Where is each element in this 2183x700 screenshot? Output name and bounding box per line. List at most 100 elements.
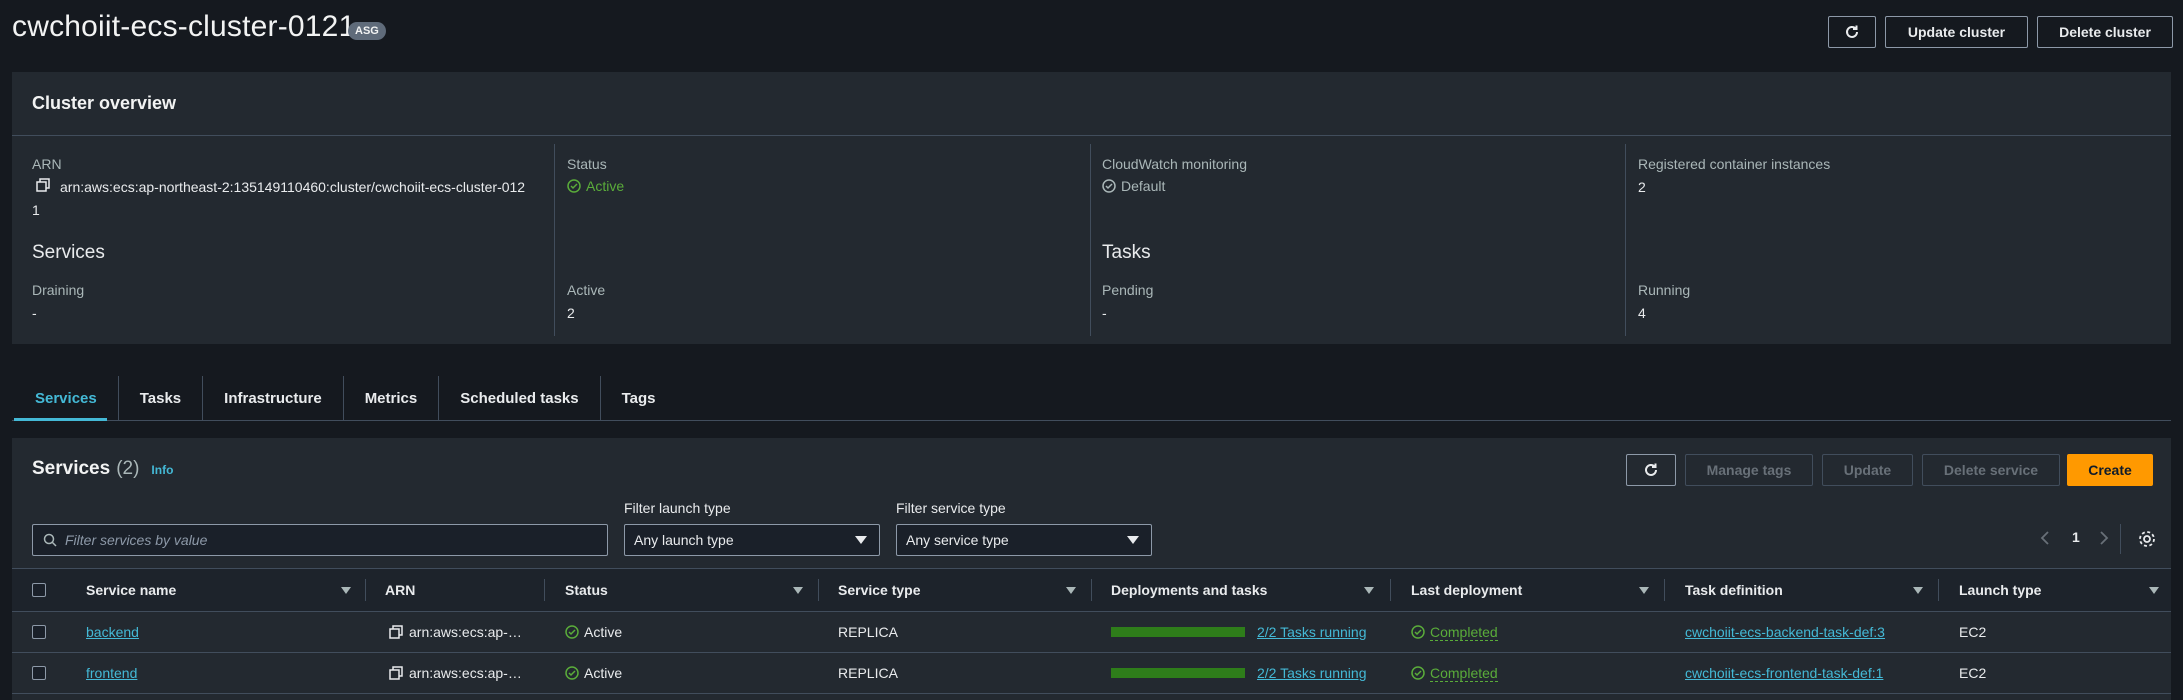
pagination-divider bbox=[2120, 524, 2121, 554]
copy-arn-icon[interactable] bbox=[36, 178, 50, 192]
refresh-services-button[interactable] bbox=[1626, 454, 1676, 486]
launch-type-select[interactable]: Any launch type bbox=[624, 524, 880, 556]
select-all-checkbox[interactable] bbox=[32, 583, 46, 597]
sort-icon[interactable] bbox=[793, 587, 803, 594]
sort-icon[interactable] bbox=[1639, 587, 1649, 594]
delete-cluster-button[interactable]: Delete cluster bbox=[2037, 16, 2173, 48]
manage-tags-button[interactable]: Manage tags bbox=[1685, 454, 1813, 486]
copy-icon[interactable] bbox=[389, 625, 403, 639]
update-service-button[interactable]: Update bbox=[1822, 454, 1913, 486]
col-status[interactable]: Status bbox=[565, 569, 608, 611]
caret-down-icon bbox=[1127, 536, 1139, 544]
settings-gear-icon[interactable] bbox=[2138, 530, 2156, 548]
deployment-status-link[interactable]: Completed bbox=[1430, 624, 1498, 641]
service-type-value: REPLICA bbox=[838, 624, 898, 640]
col-arn[interactable]: ARN bbox=[385, 569, 415, 611]
col-service-type[interactable]: Service type bbox=[838, 569, 921, 611]
tasks-progress-bar bbox=[1111, 627, 1245, 637]
create-service-button[interactable]: Create bbox=[2067, 454, 2153, 486]
column-resizer[interactable] bbox=[1091, 579, 1092, 601]
tasks-running-link[interactable]: 2/2 Tasks running bbox=[1257, 665, 1366, 681]
refresh-icon bbox=[1643, 462, 1659, 478]
tab-metrics[interactable]: Metrics bbox=[344, 376, 440, 420]
services-title: Services bbox=[32, 458, 111, 479]
registered-instances-value: 2 bbox=[1638, 179, 1646, 195]
cluster-arn-value: arn:aws:ecs:ap-northeast-2:135149110460:… bbox=[60, 179, 526, 195]
column-resizer[interactable] bbox=[818, 579, 819, 601]
tasks-progress-bar bbox=[1111, 668, 1245, 678]
select-all-checkbox-cell[interactable] bbox=[32, 569, 46, 611]
row-checkbox[interactable] bbox=[32, 666, 46, 680]
refresh-icon bbox=[1844, 24, 1860, 40]
tabs-divider bbox=[12, 420, 2171, 421]
column-resizer[interactable] bbox=[1664, 579, 1665, 601]
col-last-deployment[interactable]: Last deployment bbox=[1411, 569, 1522, 611]
tab-tasks[interactable]: Tasks bbox=[119, 376, 204, 420]
running-value: 4 bbox=[1638, 305, 1646, 321]
table-row[interactable]: frontend arn:aws:ecs:ap-… Active REPLICA… bbox=[12, 653, 2171, 694]
tab-scheduled-tasks[interactable]: Scheduled tasks bbox=[439, 376, 601, 420]
check-circle-icon bbox=[565, 625, 579, 639]
deployments-cell: 2/2 Tasks running bbox=[1111, 612, 1366, 652]
info-link[interactable]: Info bbox=[151, 463, 173, 477]
filter-services-input[interactable]: Filter services by value bbox=[32, 524, 608, 556]
current-page[interactable]: 1 bbox=[2072, 529, 2080, 545]
pending-value: - bbox=[1102, 305, 1107, 321]
tasks-section-title: Tasks bbox=[1102, 242, 1151, 263]
launch-type-value: EC2 bbox=[1959, 624, 1987, 640]
status-cell: Active bbox=[565, 612, 622, 652]
delete-service-button[interactable]: Delete service bbox=[1922, 454, 2060, 486]
col-deployments[interactable]: Deployments and tasks bbox=[1111, 569, 1267, 611]
check-circle-icon bbox=[1411, 666, 1425, 680]
service-name-link[interactable]: backend bbox=[86, 612, 139, 652]
column-resizer[interactable] bbox=[544, 579, 545, 601]
service-type-filter-label: Filter service type bbox=[896, 500, 1006, 516]
row-checkbox[interactable] bbox=[32, 625, 46, 639]
status-value: Active bbox=[567, 178, 624, 194]
status-label: Status bbox=[567, 156, 607, 172]
active-label: Active bbox=[567, 282, 606, 298]
next-page-icon[interactable] bbox=[2098, 530, 2110, 546]
deployment-status-link[interactable]: Completed bbox=[1430, 665, 1498, 682]
caret-down-icon bbox=[855, 536, 867, 544]
services-panel: Services (2) Info Manage tags Update Del… bbox=[12, 438, 2171, 700]
update-cluster-button[interactable]: Update cluster bbox=[1885, 16, 2028, 48]
active-tab-indicator bbox=[14, 418, 107, 421]
refresh-cluster-button[interactable] bbox=[1828, 16, 1876, 48]
column-resizer[interactable] bbox=[1938, 579, 1939, 601]
tasks-running-link[interactable]: 2/2 Tasks running bbox=[1257, 624, 1366, 640]
prev-page-icon[interactable] bbox=[2039, 530, 2051, 546]
cluster-tabs: Services Tasks Infrastructure Metrics Sc… bbox=[14, 376, 677, 420]
col-task-definition[interactable]: Task definition bbox=[1685, 569, 1783, 611]
task-definition-link[interactable]: cwchoiit-ecs-backend-task-def:3 bbox=[1685, 612, 1885, 652]
check-circle-icon bbox=[567, 179, 581, 193]
tab-services[interactable]: Services bbox=[14, 376, 119, 420]
column-resizer[interactable] bbox=[365, 579, 366, 601]
divider bbox=[1625, 144, 1626, 336]
tab-infrastructure[interactable]: Infrastructure bbox=[203, 376, 344, 420]
sort-icon[interactable] bbox=[2149, 587, 2159, 594]
table-row[interactable]: backend arn:aws:ecs:ap-… Active REPLICA … bbox=[12, 612, 2171, 653]
divider bbox=[1090, 144, 1091, 336]
sort-icon[interactable] bbox=[1364, 587, 1374, 594]
service-type-select[interactable]: Any service type bbox=[896, 524, 1152, 556]
tab-tags[interactable]: Tags bbox=[601, 376, 677, 420]
col-service-name[interactable]: Service name bbox=[86, 569, 176, 611]
sort-icon[interactable] bbox=[1066, 587, 1076, 594]
column-resizer[interactable] bbox=[1390, 579, 1391, 601]
cluster-overview-title: Cluster overview bbox=[12, 72, 2171, 136]
arn-cell: arn:aws:ecs:ap-… bbox=[389, 612, 522, 652]
service-name-link[interactable]: frontend bbox=[86, 653, 137, 693]
col-launch-type[interactable]: Launch type bbox=[1959, 569, 2041, 611]
sort-icon[interactable] bbox=[341, 587, 351, 594]
services-header: Services (2) Info bbox=[32, 458, 173, 480]
registered-instances-label: Registered container instances bbox=[1638, 156, 1831, 172]
status-text: Active bbox=[586, 178, 625, 194]
copy-icon[interactable] bbox=[389, 666, 403, 680]
last-deployment-cell: Completed bbox=[1411, 653, 1498, 693]
task-definition-link[interactable]: cwchoiit-ecs-frontend-task-def:1 bbox=[1685, 653, 1883, 693]
check-circle-icon bbox=[565, 666, 579, 680]
draining-label: Draining bbox=[32, 282, 85, 298]
sort-icon[interactable] bbox=[1913, 587, 1923, 594]
draining-value: - bbox=[32, 305, 37, 321]
